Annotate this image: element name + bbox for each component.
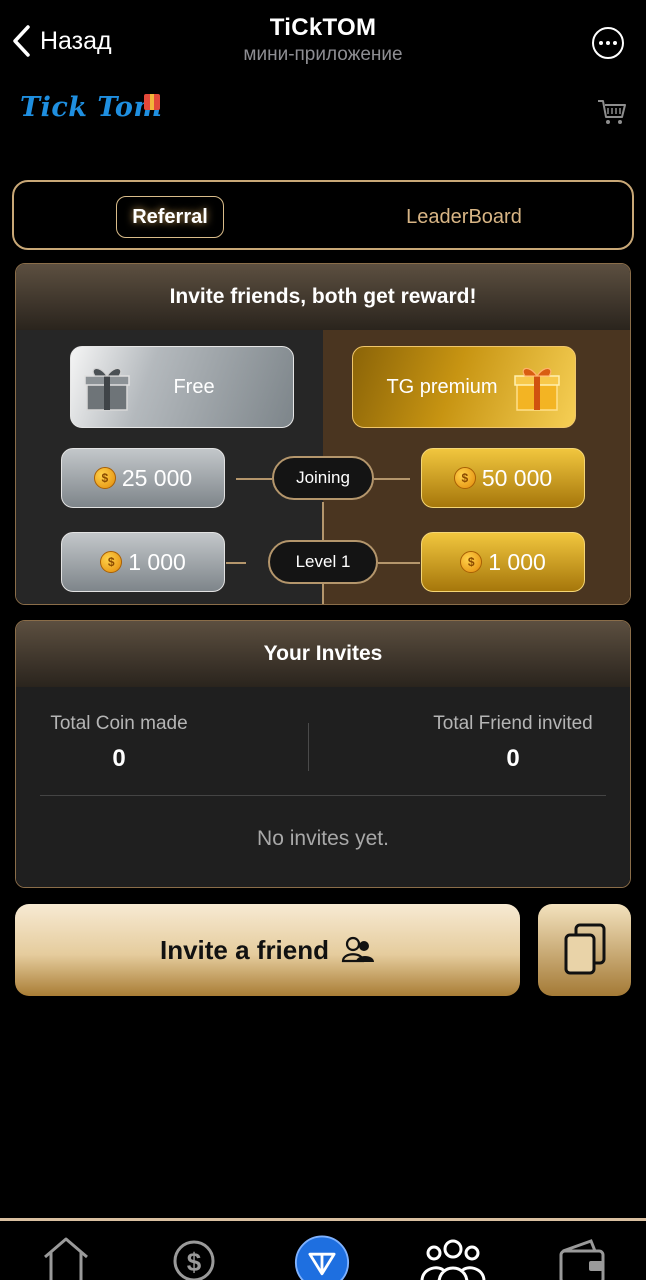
copy-icon (564, 923, 605, 975)
svg-text:$: $ (187, 1247, 202, 1277)
total-coin-stat: Total Coin made 0 (40, 713, 198, 773)
joining-free-value: $ 25 000 (61, 448, 225, 508)
joining-premium-amount: 50 000 (481, 464, 553, 491)
tab-referral[interactable]: Referral (116, 196, 224, 238)
level1-premium-value: $ 1 000 (421, 532, 585, 592)
silver-gift-icon (84, 367, 130, 411)
nav-wallet[interactable] (554, 1231, 610, 1280)
tick-tom-logo: Tick Tom (20, 92, 170, 132)
connector-line (236, 478, 272, 480)
home-icon (44, 1237, 88, 1280)
tier-premium: TG premium (352, 346, 576, 428)
total-coin-label: Total Coin made (50, 713, 188, 734)
empty-invites-text: No invites yet. (257, 827, 389, 850)
tier-premium-label: TG premium (386, 375, 498, 398)
invite-friend-label: Invite a friend (159, 934, 330, 965)
divider (40, 795, 606, 796)
level1-premium-amount: 1 000 (488, 548, 546, 575)
invites-heading: Your Invites (16, 621, 630, 687)
title-block: TiCkTOM мини-приложение (0, 14, 646, 66)
coin-icon: $ (460, 551, 483, 573)
app-subtitle: мини-приложение (243, 44, 403, 65)
logo-gift-icon (144, 94, 160, 110)
app-title: TiCkTOM (269, 14, 377, 41)
invite-friend-button[interactable]: Invite a friend (15, 904, 520, 996)
nav-ton[interactable] (294, 1231, 350, 1280)
tab-leaderboard[interactable]: LeaderBoard (374, 196, 554, 238)
connector-line (226, 562, 246, 564)
cart-icon[interactable] (596, 96, 628, 128)
bottom-nav: $ (0, 1218, 646, 1280)
coin-icon: $ (453, 467, 476, 489)
wallet-icon (559, 1239, 605, 1280)
joining-premium-value: $ 50 000 (421, 448, 585, 508)
coin-icon: $ (100, 551, 123, 573)
joining-free-amount: 25 000 (121, 464, 193, 491)
tier-free: Free (70, 346, 294, 428)
tier-free-label: Free (173, 375, 215, 398)
level1-free-amount: 1 000 (128, 548, 186, 575)
reward-body: Free TG premium $ 25 000 Joining $ 50 00… (16, 330, 630, 604)
invites-body: Total Coin made 0 Total Friend invited 0… (16, 687, 630, 887)
total-coin-value: 0 (112, 745, 126, 772)
coin-icon: $ (93, 467, 116, 489)
friends-icon (341, 936, 375, 963)
more-horizontal-icon[interactable] (592, 27, 624, 59)
tab-bar: Referral LeaderBoard (12, 180, 634, 250)
level1-free-value: $ 1 000 (61, 532, 225, 592)
copy-link-button[interactable] (538, 904, 631, 996)
total-friends-stat: Total Friend invited 0 (420, 713, 606, 773)
nav-earn[interactable]: $ (166, 1231, 222, 1280)
nav-home[interactable] (38, 1231, 94, 1280)
top-bar: Назад TiCkTOM мини-приложение (0, 0, 646, 80)
total-friends-value: 0 (506, 745, 520, 772)
nav-friends[interactable] (420, 1231, 486, 1280)
connector-line (378, 562, 420, 564)
total-friends-label: Total Friend invited (433, 713, 593, 734)
invites-panel: Your Invites Total Coin made 0 Total Fri… (15, 620, 631, 888)
level1-pill: Level 1 (268, 540, 378, 584)
friends-icon (420, 1239, 486, 1280)
reward-heading: Invite friends, both get reward! (16, 264, 630, 330)
connector-line (374, 478, 410, 480)
gold-gift-icon (514, 367, 560, 411)
dollar-icon: $ (173, 1240, 215, 1280)
ton-icon (294, 1235, 350, 1280)
reward-panel: Invite friends, both get reward! Free TG… (15, 263, 631, 605)
stat-divider (308, 723, 309, 771)
logo-text: Tick Tom (20, 92, 163, 123)
joining-pill: Joining (272, 456, 374, 500)
